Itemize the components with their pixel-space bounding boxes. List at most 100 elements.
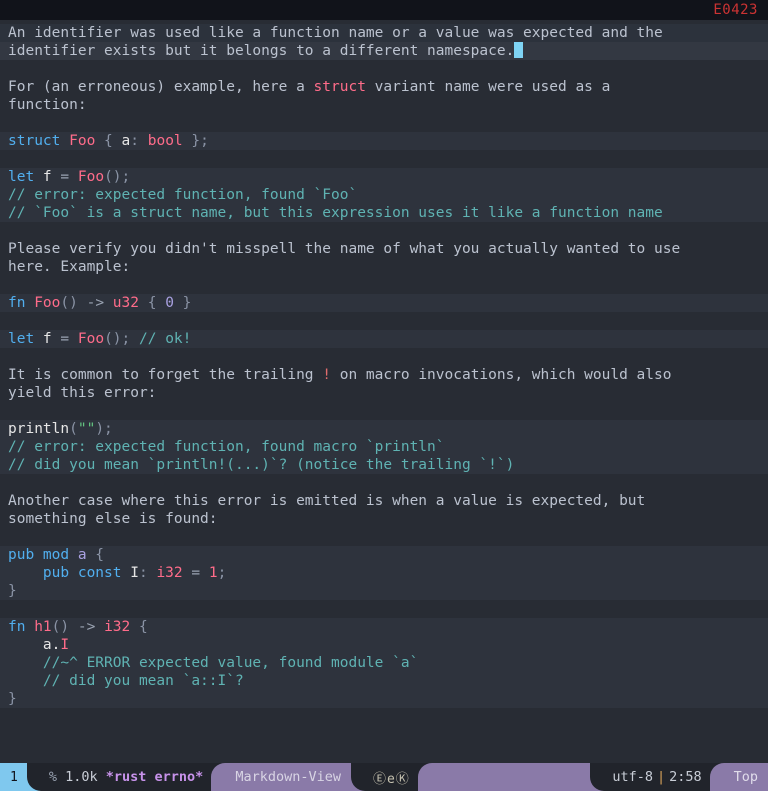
code-token: } [8, 583, 17, 599]
buffer-line: } [0, 582, 768, 600]
code-token: here. Example: [8, 259, 131, 275]
cursor-position-label: 2:58 [669, 769, 702, 785]
code-token: It is common to forget the trailing [8, 367, 323, 383]
buffer-line: // error: expected function, found `Foo` [0, 186, 768, 204]
code-token: struct [313, 79, 366, 95]
code-token: fn [8, 619, 26, 635]
buffer-line: //~^ ERROR expected value, found module … [0, 654, 768, 672]
buffer-line [0, 402, 768, 420]
code-token: something else is found: [8, 511, 218, 527]
code-token: Foo [77, 169, 105, 185]
code-token: // error: expected function, found `Foo` [8, 187, 358, 203]
buffer-line: struct Foo { a: bool }; [0, 132, 768, 150]
code-token: I [121, 565, 139, 581]
code-token: fn [8, 295, 26, 311]
code-token: a. [8, 637, 61, 653]
buffer-info-segment[interactable]: % 1.0k *rust errno* [40, 763, 212, 791]
code-token: ); [95, 421, 113, 437]
minor-modes-segment[interactable]: ⒺeⓀ [364, 763, 418, 791]
segment-curve-dark-right-2 [417, 763, 432, 791]
code-token: identifier exists but it belongs to a di… [8, 43, 515, 59]
code-token: pub const [8, 565, 122, 581]
buffer-line [0, 528, 768, 546]
buffer-line: // did you mean `println!(...)`? (notice… [0, 456, 768, 474]
code-token: Foo [69, 133, 96, 149]
window-number-segment[interactable]: 1 [0, 763, 27, 791]
code-token: -> [77, 295, 113, 311]
code-token: () [60, 295, 78, 311]
buffer-line: It is common to forget the trailing ! on… [0, 366, 768, 384]
modeline-separator: | [656, 769, 666, 785]
buffer-line: pub mod a { [0, 546, 768, 564]
code-token: ; [217, 565, 227, 581]
code-token: (); [104, 169, 131, 185]
code-token: // did you mean `println!(...)`? (notice… [8, 457, 515, 473]
segment-curve-purple-left [350, 763, 365, 791]
code-token: For (an erroneous) example, here a [8, 79, 314, 95]
code-token: //~^ ERROR expected value, found module … [8, 655, 419, 671]
buffer-line: fn h1() -> i32 { [0, 618, 768, 636]
emacs-window: E0423 An identifier was used like a func… [0, 0, 768, 791]
code-token: "" [77, 421, 96, 437]
buffer-line: pub const I: i32 = 1; [0, 564, 768, 582]
text-cursor [514, 42, 524, 58]
buffer-line: } [0, 690, 768, 708]
code-token: a [121, 133, 131, 149]
buffer-line [0, 348, 768, 366]
code-token: // did you mean `a::I`? [8, 673, 244, 689]
code-token: println [8, 421, 70, 437]
code-token: yield this error: [8, 385, 157, 401]
code-token: = [60, 169, 70, 185]
code-token: 0 [165, 295, 174, 311]
buffer-line [0, 60, 768, 78]
code-token: Another case where this error is emitted… [8, 493, 646, 509]
code-token: on macro invocations, which would also [331, 367, 672, 383]
header-bar: E0423 [0, 0, 768, 20]
code-token: ! [322, 367, 332, 383]
buffer-line: let f = Foo(); // ok! [0, 330, 768, 348]
segment-curve-purple-left-2 [590, 763, 605, 791]
code-token: // error: expected function, found macro… [8, 439, 445, 455]
code-token: struct [8, 133, 61, 149]
buffer-line [0, 222, 768, 240]
buffer-line [0, 114, 768, 132]
code-token: () [51, 619, 70, 635]
code-token: { [130, 619, 148, 635]
code-token: 1 [208, 565, 218, 581]
buffer-line: fn Foo() -> u32 { 0 } [0, 294, 768, 312]
buffer-line: An identifier was used like a function n… [0, 24, 768, 42]
code-token: I [60, 637, 70, 653]
buffer-text-area[interactable]: An identifier was used like a function n… [0, 20, 768, 763]
encoding-label: utf-8 [612, 769, 653, 785]
code-token: // ok! [139, 331, 192, 347]
buffer-line: something else is found: [0, 510, 768, 528]
code-token: } [173, 295, 192, 311]
major-mode-segment[interactable]: Markdown-View [225, 763, 351, 791]
buffer-line: a.I [0, 636, 768, 654]
buffer-line: For (an erroneous) example, here a struc… [0, 78, 768, 96]
code-token: a [77, 547, 87, 563]
spacer-1 [57, 769, 65, 785]
buffer-line [0, 474, 768, 492]
scroll-state-segment[interactable]: Top [723, 763, 768, 791]
buffer-line: // error: expected function, found macro… [0, 438, 768, 456]
error-code-label: E0423 [713, 2, 758, 18]
code-token: An identifier was used like a function n… [8, 25, 663, 41]
buffer-line [0, 312, 768, 330]
code-token: } [8, 691, 17, 707]
code-token: Foo [34, 295, 61, 311]
buffer-percent-label: % [48, 769, 57, 785]
buffer-line: function: [0, 96, 768, 114]
code-token: = [60, 331, 70, 347]
encoding-position-segment[interactable]: utf-8 | 2:58 [604, 763, 710, 791]
major-mode-label: Markdown-View [235, 769, 341, 785]
minor-modes-label: ⒺeⓀ [372, 771, 410, 787]
modeline-spacer [431, 763, 591, 791]
buffer-line: // `Foo` is a struct name, but this expr… [0, 204, 768, 222]
segment-curve-dark-right [211, 763, 226, 791]
code-token: i32 [156, 565, 183, 581]
buffer-line: Please verify you didn't misspell the na… [0, 240, 768, 258]
